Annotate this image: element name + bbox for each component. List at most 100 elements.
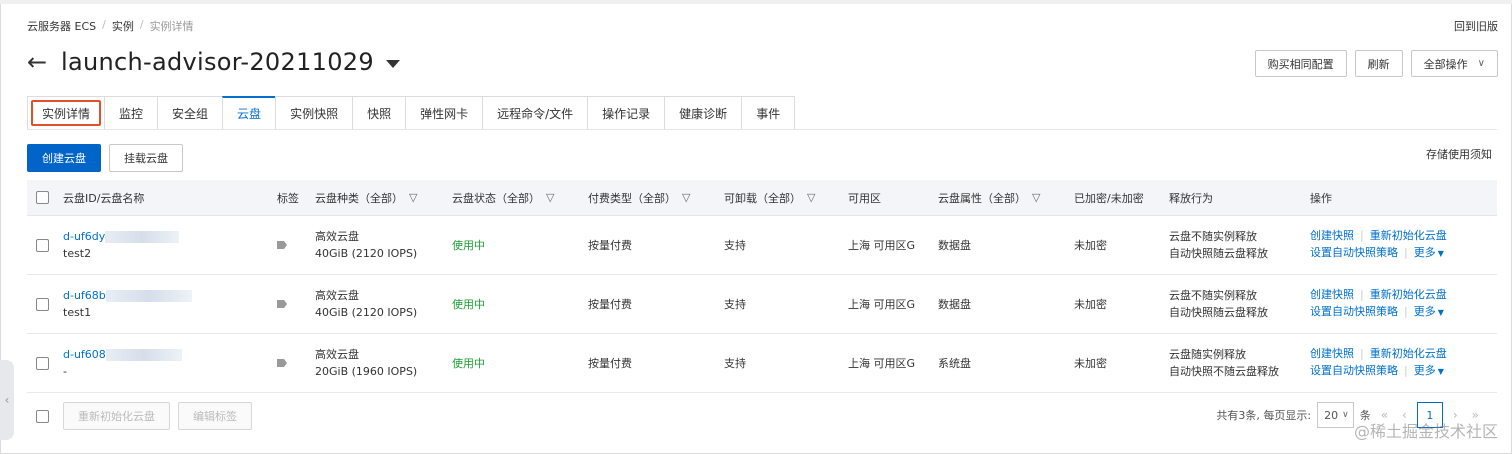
create-disk-button[interactable]: 创建云盘 [27, 144, 101, 172]
tag-icon[interactable] [277, 241, 287, 249]
row-checkbox[interactable] [36, 356, 49, 370]
snapshot-release-behavior: 自动快照不随云盘释放 [1169, 364, 1279, 378]
row-checkbox[interactable] [36, 297, 49, 311]
redacted-text [105, 289, 192, 302]
caret-down-icon: ▼ [1437, 367, 1444, 376]
page-size-select[interactable]: 20 ∨ [1317, 402, 1354, 428]
back-to-old-version-link[interactable]: 回到旧版 [1454, 18, 1498, 34]
col-id-name: 云盘ID/云盘名称 [63, 191, 145, 205]
tab-eni[interactable]: 弹性网卡 [405, 96, 483, 130]
disk-id-link[interactable]: d-uf608 [63, 348, 106, 361]
disk-table: 云盘ID/云盘名称 标签 云盘种类（全部） ▽ 云盘状态（全部） ▽ 付费类型（全部… [27, 180, 1497, 393]
tab-health-diagnosis[interactable]: 健康诊断 [664, 96, 742, 130]
tab-instance-snapshots[interactable]: 实例快照 [275, 96, 353, 130]
all-operations-label: 全部操作 [1423, 57, 1468, 71]
instance-switch-dropdown-icon[interactable] [385, 60, 400, 68]
disk-name: test2 [63, 246, 92, 260]
detachable-value: 支持 [724, 298, 746, 311]
filter-icon[interactable]: ▽ [546, 191, 554, 204]
auto-snapshot-policy-link[interactable]: 设置自动快照策略 [1310, 305, 1398, 318]
encryption-value: 未加密 [1074, 239, 1107, 252]
filter-icon[interactable]: ▽ [1032, 191, 1040, 204]
tab-snapshots[interactable]: 快照 [352, 96, 406, 130]
breadcrumb-ecs[interactable]: 云服务器 ECS [27, 18, 96, 34]
col-tags: 标签 [277, 191, 299, 205]
disk-type: 高效云盘 [315, 347, 359, 361]
more-dropdown[interactable]: 更多 ▼ [1414, 305, 1444, 318]
reinit-disk-link[interactable]: 重新初始化云盘 [1370, 347, 1447, 360]
disk-name: - [63, 364, 67, 378]
col-disk-type[interactable]: 云盘种类（全部） [315, 190, 403, 206]
disk-name: test1 [63, 305, 92, 319]
table-row: d-uf6dy test2 高效云盘 40GiB (2120 IOPS) 使用中 … [27, 216, 1497, 275]
tab-monitoring[interactable]: 监控 [104, 96, 158, 130]
encryption-value: 未加密 [1074, 357, 1107, 370]
top-strip [0, 0, 1512, 4]
tag-icon[interactable] [277, 359, 287, 367]
back-arrow-icon[interactable]: ← [27, 48, 55, 76]
disk-spec: 40GiB (2120 IOPS) [315, 246, 418, 260]
tab-operation-logs[interactable]: 操作记录 [587, 96, 665, 130]
more-dropdown[interactable]: 更多 ▼ [1414, 364, 1444, 377]
snapshot-release-behavior: 自动快照随云盘释放 [1169, 246, 1268, 260]
footer-select-all-checkbox[interactable] [36, 409, 49, 423]
edit-tags-button[interactable]: 编辑标签 [178, 402, 252, 430]
refresh-button[interactable]: 刷新 [1354, 50, 1403, 77]
release-behavior: 云盘随实例释放 [1169, 347, 1246, 361]
more-dropdown[interactable]: 更多 ▼ [1414, 246, 1444, 259]
create-snapshot-link[interactable]: 创建快照 [1310, 288, 1354, 301]
tabs-divider [27, 129, 1497, 130]
disk-spec: 20GiB (1960 IOPS) [315, 364, 418, 378]
col-attribute[interactable]: 云盘属性（全部） [938, 190, 1026, 206]
disk-toolbar: 创建云盘 挂载云盘 [27, 144, 183, 172]
breadcrumb-instances[interactable]: 实例 [112, 18, 134, 34]
col-detachable[interactable]: 可卸载（全部） [724, 190, 801, 206]
page-header: ← launch-advisor-20211029 [27, 48, 400, 76]
col-ops: 操作 [1310, 191, 1332, 205]
create-snapshot-link[interactable]: 创建快照 [1310, 229, 1354, 242]
chevron-down-icon: ∨ [1342, 410, 1349, 420]
zone-value: 上海 可用区G [848, 357, 916, 370]
release-behavior: 云盘不随实例释放 [1169, 229, 1257, 243]
disk-id-link[interactable]: d-uf68b [63, 289, 106, 302]
create-snapshot-link[interactable]: 创建快照 [1310, 347, 1354, 360]
all-operations-dropdown[interactable]: 全部操作 ∨ [1410, 50, 1498, 77]
tab-events[interactable]: 事件 [741, 96, 796, 130]
disk-id-link[interactable]: d-uf6dy [63, 230, 105, 243]
reinit-disk-link[interactable]: 重新初始化云盘 [1370, 229, 1447, 242]
col-zone: 可用区 [848, 191, 881, 205]
redacted-text [105, 348, 182, 361]
auto-snapshot-policy-link[interactable]: 设置自动快照策略 [1310, 246, 1398, 259]
total-count-text: 共有3条, 每页显示: [1216, 409, 1312, 422]
buy-same-config-button[interactable]: 购买相同配置 [1254, 50, 1347, 77]
batch-reinit-disk-button[interactable]: 重新初始化云盘 [63, 402, 170, 430]
tab-disks[interactable]: 云盘 [222, 96, 276, 130]
filter-icon[interactable]: ▽ [409, 191, 417, 204]
filter-icon[interactable]: ▽ [807, 191, 815, 204]
tag-icon[interactable] [277, 300, 287, 308]
tab-instance-details[interactable]: 实例详情 [27, 96, 105, 130]
sidebar-collapse-handle[interactable]: ‹ [0, 360, 14, 440]
caret-down-icon: ▼ [1437, 308, 1444, 317]
filter-icon[interactable]: ▽ [682, 191, 690, 204]
col-billing[interactable]: 付费类型（全部） [588, 190, 676, 206]
attach-disk-button[interactable]: 挂载云盘 [109, 144, 183, 172]
release-behavior: 云盘不随实例释放 [1169, 288, 1257, 302]
tab-remote-commands[interactable]: 远程命令/文件 [482, 96, 588, 130]
auto-snapshot-policy-link[interactable]: 设置自动快照策略 [1310, 364, 1398, 377]
row-checkbox[interactable] [36, 238, 49, 252]
breadcrumb-separator: / [139, 18, 144, 31]
select-all-checkbox[interactable] [36, 191, 49, 204]
tab-security-groups[interactable]: 安全组 [157, 96, 223, 130]
attribute-value: 数据盘 [938, 298, 971, 311]
header-actions: 购买相同配置 刷新 全部操作 ∨ [1254, 50, 1498, 77]
instance-tabs: 实例详情 监控 安全组 云盘 实例快照 快照 弹性网卡 远程命令/文件 操作记录… [27, 96, 796, 130]
disk-spec: 40GiB (2120 IOPS) [315, 305, 418, 319]
col-status[interactable]: 云盘状态（全部） [452, 190, 540, 206]
storage-notice-link[interactable]: 存储使用须知 [1426, 146, 1492, 162]
col-encrypted: 已加密/未加密 [1074, 191, 1144, 205]
status-text: 使用中 [452, 357, 485, 370]
page-size-value: 20 [1324, 408, 1339, 422]
caret-down-icon: ▼ [1437, 249, 1444, 258]
reinit-disk-link[interactable]: 重新初始化云盘 [1370, 288, 1447, 301]
